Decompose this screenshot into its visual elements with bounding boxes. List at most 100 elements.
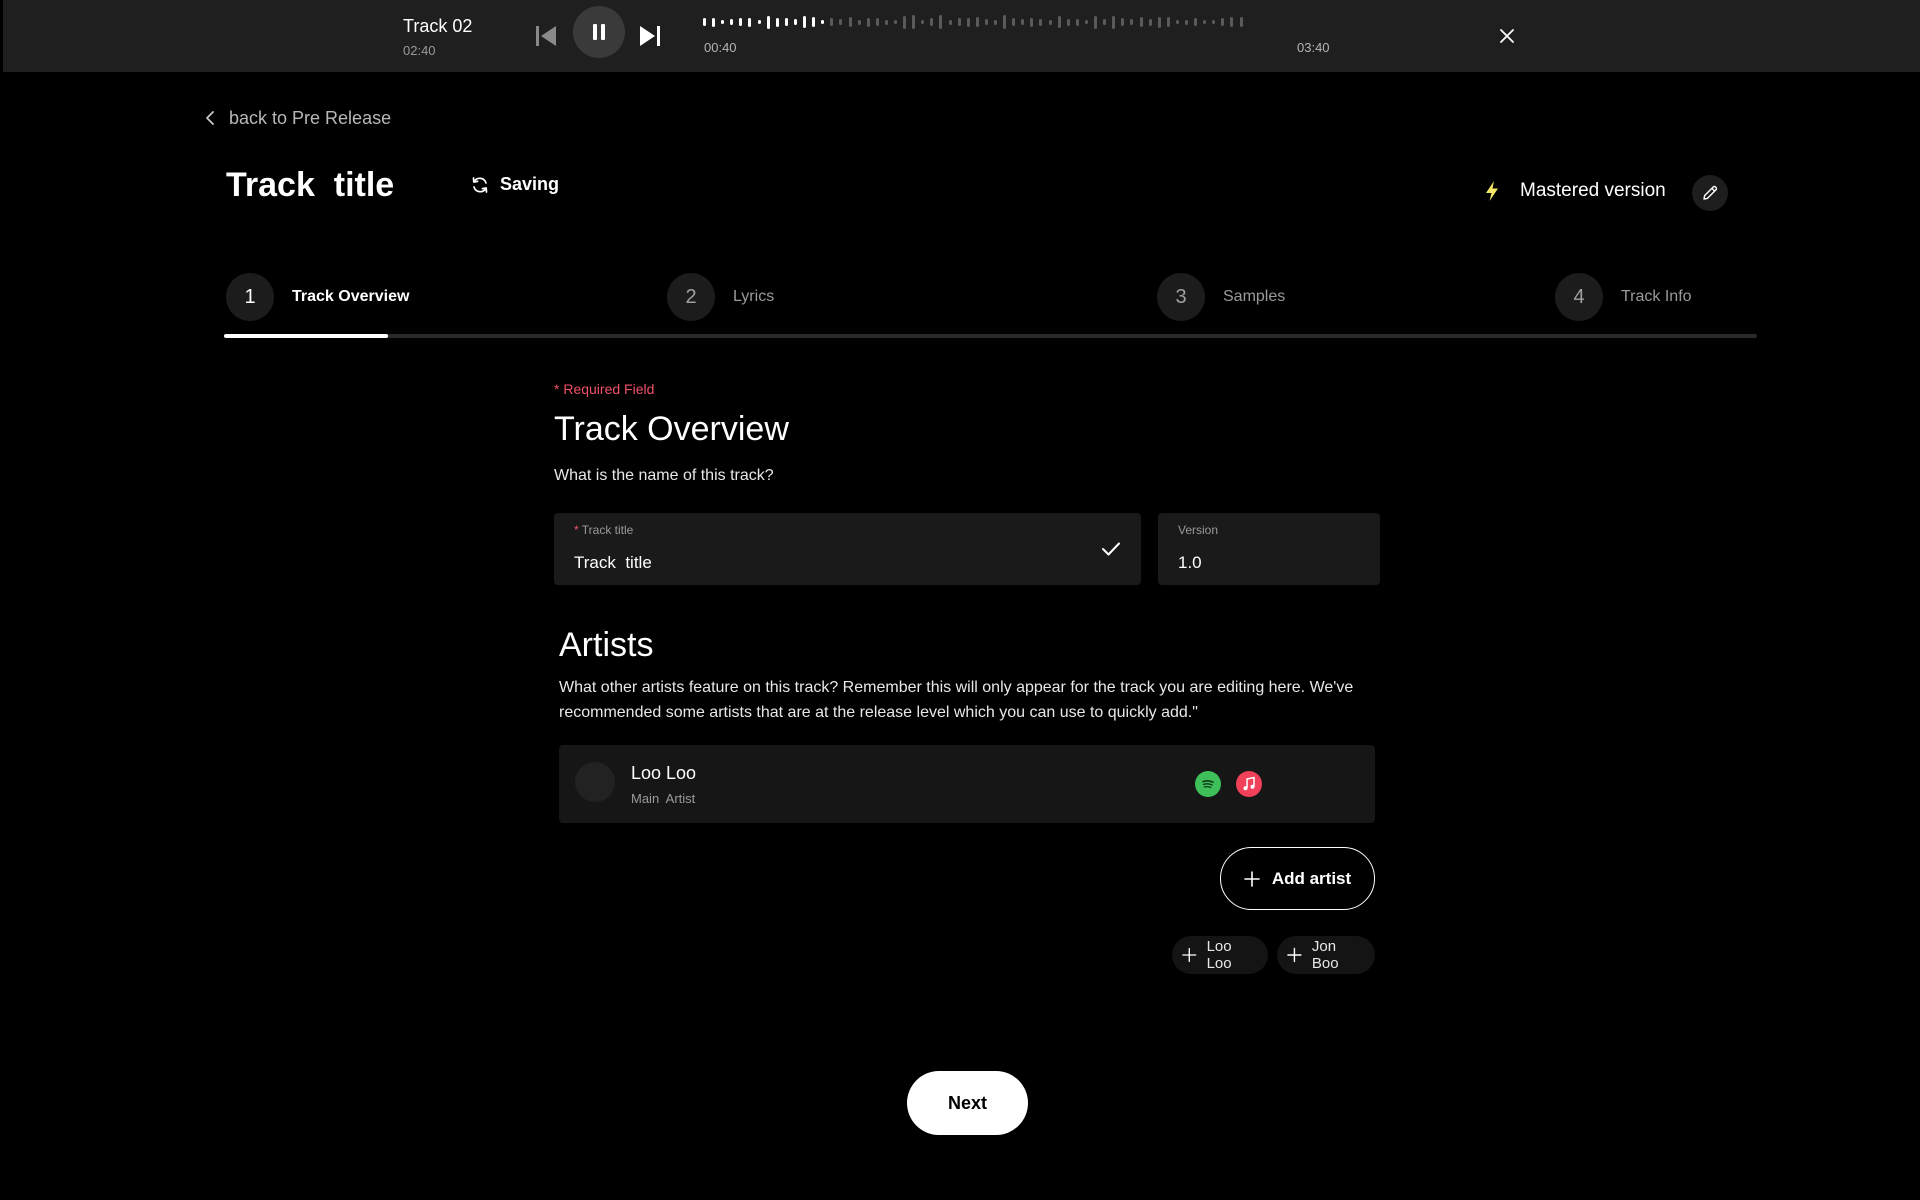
page-title: Track title: [226, 166, 395, 204]
artist-name: Loo Loo: [631, 763, 697, 783]
step-lyrics[interactable]: 2 Lyrics: [667, 273, 774, 321]
step-number: 3: [1157, 273, 1205, 321]
waveform-bar: [1184, 19, 1188, 25]
saving-label: Saving: [500, 174, 560, 194]
waveform-bar: [1221, 18, 1225, 26]
skip-previous-icon: [536, 26, 556, 46]
waveform-bar: [739, 18, 743, 26]
waveform-bar: [1175, 20, 1179, 24]
apple-music-icon[interactable]: [1236, 771, 1262, 797]
player-total-time: 03:40: [1297, 40, 1330, 55]
step-label: Samples: [1223, 288, 1286, 305]
waveform-bar: [994, 19, 997, 25]
step-label: Track Info: [1621, 288, 1692, 305]
waveform-bar: [948, 19, 952, 25]
waveform-bar: [921, 20, 925, 24]
suggested-artist-chip[interactable]: Jon Boo: [1277, 936, 1375, 974]
waveform-bar: [703, 18, 706, 26]
step-number: 2: [667, 273, 715, 321]
waveform-bar: [1130, 19, 1134, 25]
suggested-artist-name: Jon Boo: [1311, 938, 1339, 972]
waveform-bar: [1139, 17, 1143, 27]
step-number: 1: [226, 273, 274, 321]
waveform-bar: [1239, 17, 1243, 27]
add-artist-button[interactable]: Add artist: [1220, 847, 1375, 910]
waveform-bar: [1230, 17, 1234, 27]
waveform-bar: [775, 17, 779, 27]
track-title-input[interactable]: [574, 553, 1081, 573]
waveform-bar: [748, 17, 752, 27]
suggested-artist-name: Loo Loo: [1206, 938, 1232, 972]
waveform-bar: [930, 18, 934, 26]
waveform-bar: [848, 17, 852, 27]
version-field[interactable]: Version: [1158, 513, 1380, 585]
waveform-bar: [1012, 18, 1016, 26]
waveform-bar: [884, 19, 888, 25]
waveform-bar: [830, 18, 834, 26]
artist-card[interactable]: Loo Loo Main Artist: [559, 745, 1375, 823]
waveform-bar: [839, 19, 843, 25]
close-icon: [1500, 29, 1514, 43]
playback-waveform-scrubber[interactable]: [703, 12, 1373, 32]
pencil-icon: [1703, 185, 1718, 200]
waveform-bar: [866, 17, 870, 27]
previous-track-button[interactable]: [531, 22, 561, 50]
edit-version-button[interactable]: [1692, 175, 1728, 211]
step-track-info[interactable]: 4 Track Info: [1555, 273, 1692, 321]
stepper-progress-track: [224, 334, 1757, 338]
step-samples[interactable]: 3 Samples: [1157, 273, 1285, 321]
waveform-bar: [1194, 18, 1198, 26]
waveform-bar: [766, 15, 770, 29]
waveform-bar: [1121, 18, 1125, 26]
waveform-bar: [812, 17, 816, 27]
track-title-field[interactable]: * Track title: [554, 513, 1141, 585]
waveform-bar: [975, 17, 979, 27]
waveform-bar: [893, 20, 897, 24]
track-title-label: * Track title: [574, 523, 633, 537]
waveform-bar: [1084, 20, 1088, 24]
check-icon: [1099, 537, 1123, 561]
waveform-bar: [1157, 16, 1161, 28]
waveform-bar: [857, 19, 861, 25]
step-track-overview[interactable]: 1 Track Overview: [226, 273, 409, 321]
version-label: Version: [1178, 523, 1219, 537]
step-label: Track Overview: [292, 288, 410, 305]
waveform-bar: [1166, 17, 1170, 27]
waveform-bar: [984, 19, 988, 25]
required-field-note: * Required Field: [554, 381, 655, 397]
close-player-button[interactable]: [1493, 22, 1521, 50]
waveform-bar: [1094, 15, 1098, 29]
player-track-name: Track 02: [403, 16, 473, 36]
waveform-bar: [757, 20, 761, 24]
waveform-bar: [912, 15, 916, 29]
waveform-bar: [730, 19, 734, 25]
waveform-bar: [1103, 19, 1107, 25]
track-name-question: What is the name of this track?: [554, 467, 774, 484]
version-input[interactable]: [1178, 553, 1320, 573]
next-track-button[interactable]: [635, 22, 665, 50]
refresh-icon: [472, 176, 488, 193]
waveform-bar: [803, 16, 807, 28]
waveform-bar: [903, 15, 907, 29]
waveform-bar: [1075, 18, 1079, 26]
waveform-bar: [721, 20, 725, 24]
spotify-icon[interactable]: [1195, 771, 1221, 797]
chevron-left-icon: [206, 111, 214, 125]
step-label: Lyrics: [733, 288, 775, 305]
mastered-version-label: Mastered version: [1520, 180, 1666, 201]
avatar: [575, 762, 615, 802]
waveform-bar: [1048, 19, 1052, 25]
waveform-bar: [821, 20, 825, 24]
waveform-bar: [966, 17, 970, 27]
audio-player-bar: Track 02 02:40 00:40 03:40: [3, 0, 1920, 72]
waveform-bar: [1066, 18, 1070, 26]
plus-icon: [1244, 870, 1260, 887]
back-link[interactable]: back to Pre Release: [205, 106, 391, 130]
next-button[interactable]: Next: [907, 1071, 1028, 1135]
waveform-bar: [784, 18, 788, 26]
waveform-bar: [793, 19, 797, 25]
suggested-artist-chip[interactable]: Loo Loo: [1172, 936, 1268, 974]
track-title-label-text: Track title: [581, 523, 634, 537]
waveform-bar: [939, 15, 943, 29]
pause-button[interactable]: [573, 6, 625, 58]
